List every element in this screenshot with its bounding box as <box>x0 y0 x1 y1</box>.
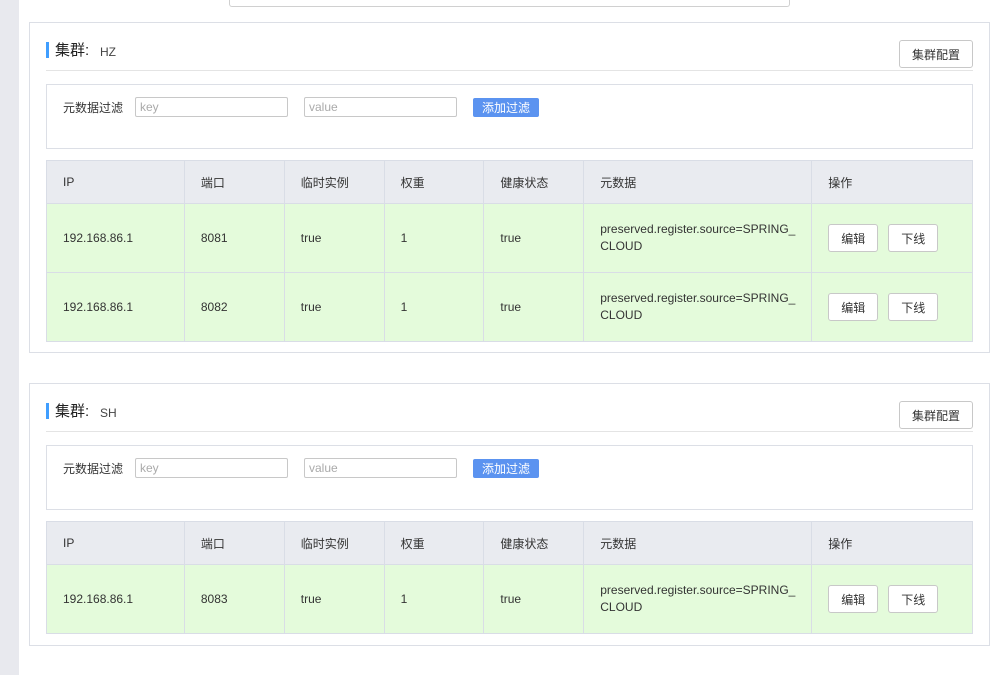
cell-actions: 编辑 下线 <box>811 272 973 342</box>
cell-actions: 编辑 下线 <box>811 203 973 273</box>
cluster-title-label: 集群: <box>55 403 90 420</box>
filter-value-input[interactable]: value <box>304 97 457 117</box>
offline-button[interactable]: 下线 <box>888 585 939 613</box>
add-filter-button[interactable]: 添加过滤 <box>473 98 539 117</box>
cluster-config-button[interactable]: 集群配置 <box>899 401 973 429</box>
edit-button[interactable]: 编辑 <box>828 224 879 252</box>
cell-actions: 编辑 下线 <box>811 564 973 634</box>
metadata-line-1: preserved.register.source=SPRING_ <box>600 583 796 597</box>
title-accent-bar <box>46 403 49 419</box>
cell-metadata: preserved.register.source=SPRING_ CLOUD <box>583 272 813 342</box>
metadata-filter-label: 元数据过滤 <box>63 462 124 476</box>
cell-ip: 192.168.86.1 <box>46 564 185 634</box>
column-header-ip: IP <box>46 160 185 204</box>
column-header-actions: 操作 <box>811 521 973 565</box>
instance-table: IP 端口 临时实例 权重 健康状态 元数据 操作 192.168.86.1 8… <box>46 521 973 634</box>
instance-table: IP 端口 临时实例 权重 健康状态 元数据 操作 192.168.86.1 8… <box>46 160 973 342</box>
metadata-line-1: preserved.register.source=SPRING_ <box>600 222 796 236</box>
metadata-filter-box: 元数据过滤 key value 添加过滤 <box>46 84 973 149</box>
column-header-metadata: 元数据 <box>583 160 813 204</box>
column-header-weight: 权重 <box>383 521 485 565</box>
cluster-panel-sh: 集群: SH 集群配置 元数据过滤 key value 添加过滤 IP 端口 临… <box>29 383 990 646</box>
metadata-line-2: CLOUD <box>600 600 643 614</box>
column-header-healthy: 健康状态 <box>483 160 585 204</box>
cell-port: 8082 <box>183 272 285 342</box>
column-header-actions: 操作 <box>811 160 973 204</box>
cell-healthy: true <box>483 272 585 342</box>
cell-weight: 1 <box>383 564 485 634</box>
cell-port: 8081 <box>183 203 285 273</box>
cluster-panel-hz: 集群: HZ 集群配置 元数据过滤 key value 添加过滤 IP 端口 临… <box>29 22 990 353</box>
cluster-name: SH <box>100 406 117 420</box>
cell-ephemeral: true <box>283 203 385 273</box>
column-header-port: 端口 <box>183 521 285 565</box>
offline-button[interactable]: 下线 <box>888 293 939 321</box>
edit-button[interactable]: 编辑 <box>828 585 879 613</box>
table-header-row: IP 端口 临时实例 权重 健康状态 元数据 操作 <box>46 521 973 565</box>
column-header-ephemeral: 临时实例 <box>283 521 385 565</box>
offline-button[interactable]: 下线 <box>888 224 939 252</box>
table-row: 192.168.86.1 8083 true 1 true preserved.… <box>46 564 973 634</box>
column-header-healthy: 健康状态 <box>483 521 585 565</box>
cell-weight: 1 <box>383 272 485 342</box>
metadata-filter-box: 元数据过滤 key value 添加过滤 <box>46 445 973 510</box>
title-accent-bar <box>46 42 49 58</box>
column-header-ephemeral: 临时实例 <box>283 160 385 204</box>
filter-value-input[interactable]: value <box>304 458 457 478</box>
column-header-port: 端口 <box>183 160 285 204</box>
column-header-ip: IP <box>46 521 185 565</box>
cell-ip: 192.168.86.1 <box>46 272 185 342</box>
cell-healthy: true <box>483 203 585 273</box>
table-header-row: IP 端口 临时实例 权重 健康状态 元数据 操作 <box>46 160 973 204</box>
cluster-title-label: 集群: <box>55 42 90 59</box>
cell-port: 8083 <box>183 564 285 634</box>
cluster-config-button[interactable]: 集群配置 <box>899 40 973 68</box>
cluster-header: 集群: SH 集群配置 <box>46 384 973 432</box>
filter-key-input[interactable]: key <box>135 97 288 117</box>
cluster-header: 集群: HZ 集群配置 <box>46 23 973 71</box>
table-row: 192.168.86.1 8082 true 1 true preserved.… <box>46 272 973 342</box>
metadata-line-2: CLOUD <box>600 239 643 253</box>
add-filter-button[interactable]: 添加过滤 <box>473 459 539 478</box>
metadata-filter-label: 元数据过滤 <box>63 101 124 115</box>
cell-ip: 192.168.86.1 <box>46 203 185 273</box>
cell-weight: 1 <box>383 203 485 273</box>
cell-metadata: preserved.register.source=SPRING_ CLOUD <box>583 564 813 634</box>
metadata-line-2: CLOUD <box>600 308 643 322</box>
left-sidebar-edge <box>0 0 19 675</box>
metadata-line-1: preserved.register.source=SPRING_ <box>600 291 796 305</box>
column-header-weight: 权重 <box>383 160 485 204</box>
cell-ephemeral: true <box>283 272 385 342</box>
cell-healthy: true <box>483 564 585 634</box>
filter-key-input[interactable]: key <box>135 458 288 478</box>
table-row: 192.168.86.1 8081 true 1 true preserved.… <box>46 203 973 273</box>
top-search-input[interactable] <box>229 0 790 7</box>
cluster-name: HZ <box>100 45 116 59</box>
cell-ephemeral: true <box>283 564 385 634</box>
edit-button[interactable]: 编辑 <box>828 293 879 321</box>
column-header-metadata: 元数据 <box>583 521 813 565</box>
cell-metadata: preserved.register.source=SPRING_ CLOUD <box>583 203 813 273</box>
